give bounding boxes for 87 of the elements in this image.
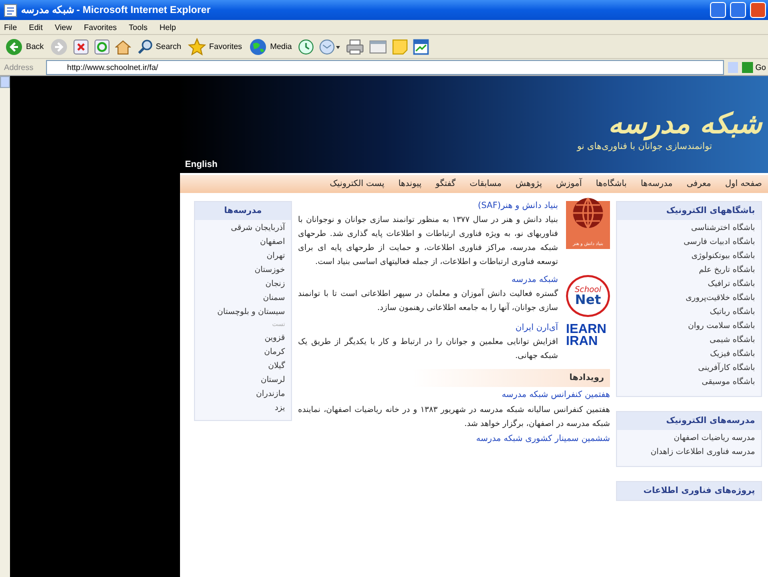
site-logo: شبکه مدرسه [608,109,762,140]
school-link[interactable]: آذربایجان شرقی [195,220,291,234]
article-title[interactable]: شبکه مدرسه [298,275,558,285]
sidebar-link[interactable]: باشگاه رباتیک [617,304,761,318]
home-icon[interactable] [114,38,131,54]
chart-window-icon[interactable] [412,38,429,54]
school-link[interactable]: لرستان [195,372,291,386]
star-icon[interactable] [188,38,206,56]
printer-icon[interactable] [346,38,364,54]
nav-link[interactable]: پیوندها [398,179,422,189]
address-label: Address [4,62,34,72]
nav-link[interactable]: مسابقات [470,179,502,189]
scrollbar[interactable] [0,76,10,577]
school-link[interactable]: خوزستان [195,262,291,276]
close-button[interactable] [750,2,766,18]
iearn-logo: IEARN IRAN [566,323,608,348]
panel-title: پروژه‌های فناوری اطلاعات [617,482,761,500]
sidebar-link[interactable]: باشگاه بیوتکنولوژی [617,248,761,262]
school-link[interactable]: سمنان [195,290,291,304]
nav-link[interactable]: پژوهش [516,179,542,189]
article-text: گستره فعالیت دانش آموزان و معلمان در سپهر اطلاعاتی است تا با توانمند سازی جوانان، آنها را به جامعه اطلاعاتی رهنمون سازد. [298,288,558,314]
address-field[interactable]: http://www.schoolnet.ir/fa/ [46,60,724,74]
school-link[interactable]: زنجان [195,276,291,290]
tagline: توانمندسازی جوانان با فناوری‌های نو [577,142,712,152]
sidebar-link[interactable]: باشگاه موسیقی [617,374,761,388]
nav-link[interactable]: معرفی [686,179,712,189]
sidebar-link[interactable]: باشگاه ادبیات فارسی [617,234,761,248]
language-link[interactable]: English [185,159,218,169]
article-title[interactable]: بنیاد دانش و هنر(SAF) [298,201,558,211]
menu-item[interactable]: Tools [128,22,148,32]
clock-icon[interactable] [298,38,314,54]
stop-icon[interactable] [72,38,89,54]
toolbar-button[interactable]: Media [248,36,293,56]
school-link[interactable]: گیلان [195,358,291,372]
panel-title: مدرسه‌های الکترونیک [617,412,761,430]
nav-link[interactable]: باشگاه‌ها [596,179,627,189]
event-text: هفتمین کنفرانس سالیانه شبکه مدرسه در شهریور ۱۳۸۳ و در خانه ریاضیات اصفهان، نماینده شبکه مدرسه در اصفهان، برگزار خواهد شد. [298,404,610,430]
nav-link[interactable]: صفحه اول [725,179,762,189]
menu-item[interactable]: Favorites [84,22,117,32]
minimize-button[interactable] [710,2,726,18]
note-icon[interactable] [392,38,408,54]
sidebar-link[interactable]: باشگاه فیزیک [617,346,761,360]
event-title[interactable]: هفتمین کنفرانس شبکه مدرسه [298,390,610,400]
sidebar-link[interactable]: باشگاه شیمی [617,332,761,346]
school-link[interactable]: تهران [195,248,291,262]
window-icon[interactable] [368,38,387,54]
sidebar-link[interactable]: باشگاه خلاقیت‌پروری [617,290,761,304]
sidebar-link[interactable]: مدرسه فناوری اطلاعات زاهدان [617,444,761,458]
menu-item[interactable]: Edit [28,22,43,32]
sidebar-link[interactable]: باشگاه کارآفرینی [617,360,761,374]
school-network-logo: School Net [566,275,610,317]
browser-icon [4,4,17,16]
school-link[interactable]: مازندران [195,386,291,400]
toolbar-button[interactable]: Favorites [187,36,244,56]
school-link[interactable]: کرمان [195,344,291,358]
menu-item[interactable]: Help [159,22,176,32]
search-icon[interactable] [136,38,153,54]
panel-title: باشگاههای الکترونیک [617,202,761,220]
menu-item[interactable]: View [54,22,72,32]
school-link[interactable]: یزد [195,400,291,414]
nav-link[interactable]: پست الکترونیک [330,179,384,189]
toolbar-button[interactable]: Search [136,38,182,56]
envelope-icon[interactable] [318,38,341,54]
sidebar-link[interactable]: مدرسه ریاضیات اصفهان [617,430,761,444]
menu-item[interactable]: File [4,22,17,32]
maximize-button[interactable] [730,2,746,18]
back-icon[interactable] [5,38,23,56]
nav-link[interactable]: آموزش [556,179,582,189]
window-title: شبکه مدرسه - Microsoft Internet Explorer [21,4,212,16]
refresh-icon[interactable] [94,38,110,54]
panel-title: مدرسه‌ها [195,202,291,220]
sidebar-link[interactable]: باشگاه تاریخ علم [617,262,761,276]
nav-link[interactable]: مدرسه‌ها [640,179,673,189]
article-text: افزایش توانایی معلمین و جوانان را در ارتباط و کار با یکدیگر از طریق یک شبکه جهانی. [298,336,558,362]
sidebar-link[interactable]: باشگاه سلامت روان [617,318,761,332]
nav-link[interactable]: گفتگو [436,179,456,189]
globe-icon[interactable] [249,38,268,56]
sidebar-link[interactable]: باشگاه ترافیک [617,276,761,290]
school-link[interactable]: سیستان و بلوچستان [195,304,291,318]
article-title[interactable]: آی‌ارن ایران [298,323,558,333]
toolbar-button[interactable]: Back [4,36,45,56]
event-title[interactable]: ششمین سمینار کشوری شبکه مدرسه [298,434,610,444]
school-link[interactable]: اصفهان [195,234,291,248]
sidebar-link[interactable]: باشگاه اخترشناسی [617,220,761,234]
school-link[interactable]: قزوین [195,330,291,344]
go-button[interactable]: Go [742,62,766,72]
article-text: بنیاد دانش و هنر در سال ۱۳۷۷ به منظور توانمند سازی جوانان و نوجوانان با فناوریهای نو، به ویژه فناوری ارتباطات و اطلاعات پایه گذاری شد. طرحهای شبکه مدرسه، مراکز فناوری اطلاعات، و حمایت از طرحهای پایه ای برای توسعه فناوری ارتباطات و اطلاعات، از جمله فعالیتهای اساسی بنیاد است. [298,214,558,268]
